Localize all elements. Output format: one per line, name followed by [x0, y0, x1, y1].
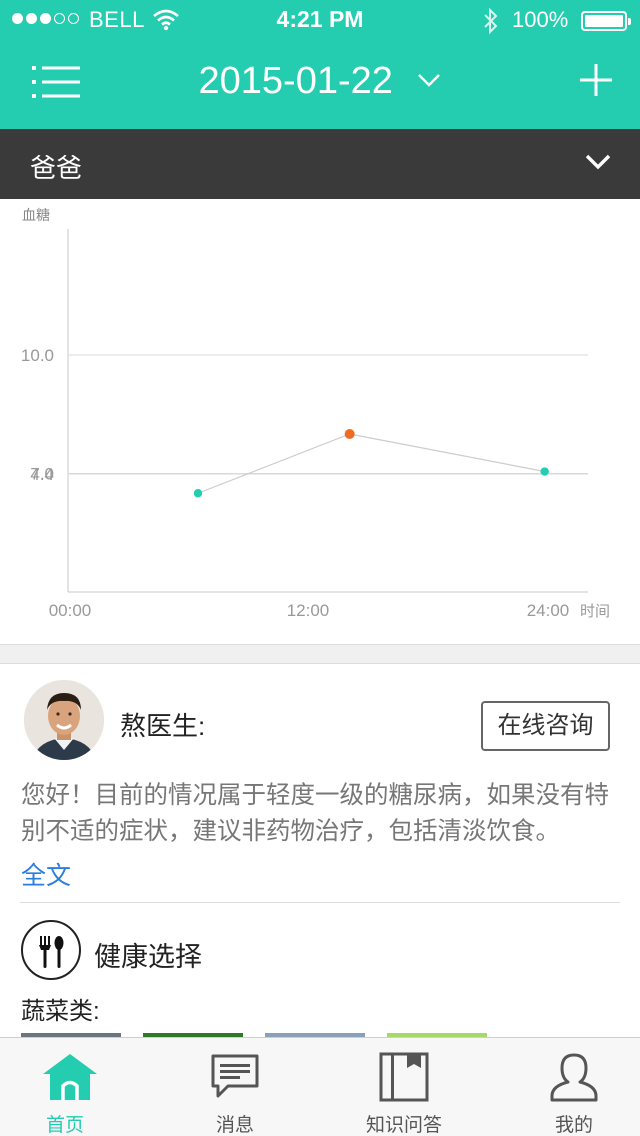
blood-sugar-chart: 血糖 10.0 7.0 4.4 00:00 12:00 24:00 时间	[0, 199, 640, 644]
bluetooth-icon	[484, 8, 498, 34]
tab-label: 我的	[554, 1115, 593, 1136]
series-line	[197, 433, 545, 494]
x-tick-label: 12:00	[287, 601, 330, 620]
x-tick-label: 00:00	[49, 601, 92, 620]
battery-icon	[581, 11, 631, 31]
y-tick-label: 10.0	[21, 346, 54, 365]
tab-knowledge[interactable]: 知识问答	[334, 1038, 474, 1136]
date-label: 2015-01-22	[198, 60, 393, 102]
add-icon[interactable]	[578, 62, 614, 98]
doctor-avatar	[24, 680, 104, 760]
data-point	[344, 429, 355, 439]
member-selector[interactable]: 爸爸	[0, 129, 640, 199]
doctor-advice-card: 熬医生: 在线咨询 您好！目前的情况属于轻度一级的糖尿病，如果没有特别不适的症状…	[0, 664, 640, 904]
section-separator	[0, 644, 640, 664]
chart-canvas: 血糖10.07.04.400:00 12:00 24:00 时间	[21, 207, 610, 620]
data-point	[193, 489, 203, 498]
tab-profile[interactable]: 我的	[504, 1038, 640, 1136]
online-consult-button[interactable]: 在线咨询	[481, 701, 610, 751]
nav-bar: 2015-01-22	[0, 40, 640, 129]
user-icon	[550, 1053, 598, 1102]
status-bar: BELL 4:21 PM 100%	[0, 0, 640, 40]
tab-label: 知识问答	[365, 1115, 442, 1136]
vegetable-category-label: 蔬菜类:	[21, 998, 100, 1025]
battery-percent: 100%	[512, 7, 569, 32]
fork-spoon-icon	[21, 920, 81, 980]
y-axis-label: 血糖	[22, 207, 50, 223]
healthy-choices-title: 健康选择	[94, 942, 202, 972]
tab-label: 首页	[45, 1115, 84, 1136]
tab-bar: 首页 消息 知识问答 我的	[0, 1037, 640, 1136]
message-icon	[211, 1054, 259, 1098]
doctor-message: 您好！目前的情况属于轻度一级的糖尿病，如果没有特别不适的症状，建议非药物治疗，包…	[21, 782, 609, 845]
data-point	[540, 467, 549, 476]
chevron-down-icon	[585, 154, 611, 170]
tab-messages[interactable]: 消息	[165, 1038, 305, 1136]
book-icon	[379, 1052, 429, 1102]
x-axis-label: 时间	[580, 603, 610, 620]
chevron-down-icon	[418, 74, 441, 87]
tab-label: 消息	[215, 1115, 254, 1136]
home-icon	[43, 1054, 97, 1100]
doctor-name: 熬医生:	[120, 711, 206, 741]
x-tick-label: 24:00	[527, 601, 570, 620]
date-selector[interactable]: 2015-01-22	[0, 60, 640, 103]
member-name: 爸爸	[30, 153, 83, 183]
read-full-link[interactable]: 全文	[21, 856, 71, 892]
y-tick-label: 4.4	[30, 465, 54, 484]
tab-home[interactable]: 首页	[0, 1038, 135, 1136]
healthy-choices-section: 健康选择 蔬菜类:	[0, 903, 640, 1037]
